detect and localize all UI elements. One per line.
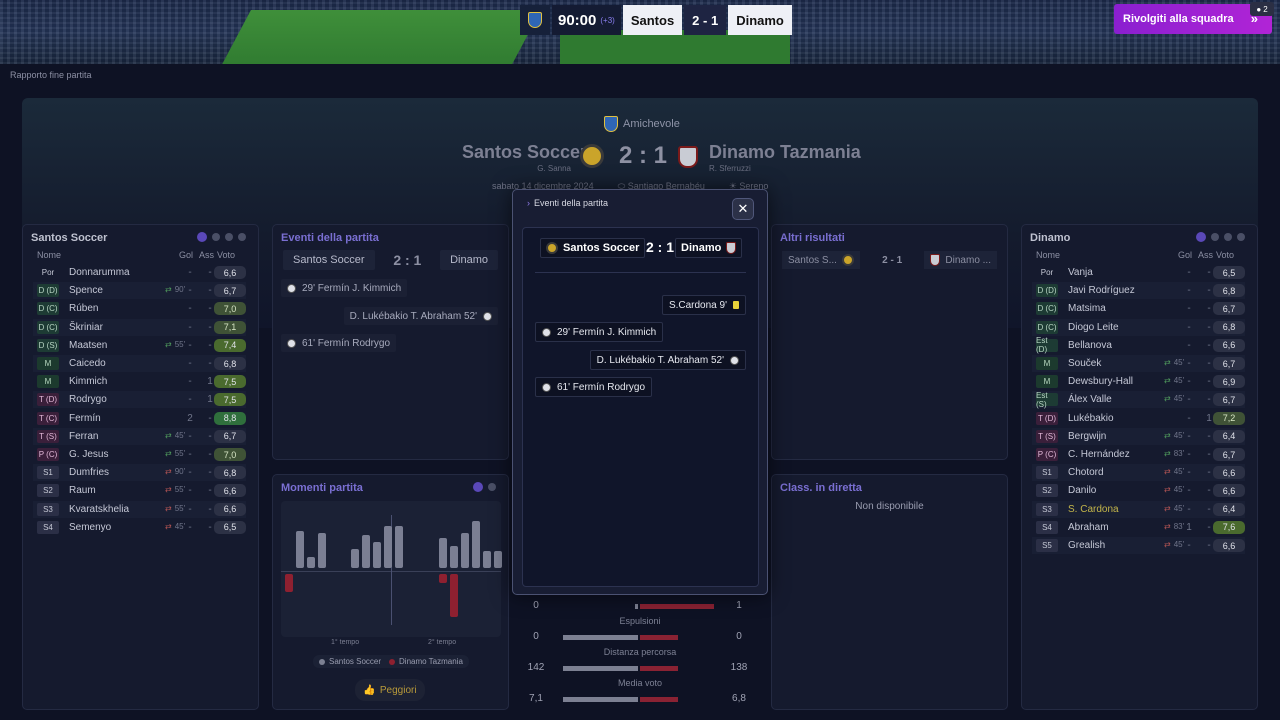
ball-icon [542,382,551,392]
close-icon: ✕ [737,201,749,216]
modal-home-team: Santos Soccer [540,238,646,258]
divider [535,272,746,273]
modal-title: › Eventi della partita [527,198,609,208]
modal-events-list: Santos Soccer 2 : 1 Dinamo S.Cardona 9' … [522,227,759,587]
modal-event-goal[interactable]: 61' Fermín Rodrygo [535,377,653,397]
modal-score: 2 : 1 [646,239,675,255]
ball-icon [542,327,551,337]
modal-event-card[interactable]: S.Cardona 9' [661,295,746,315]
chevron-right-icon: › [527,198,530,208]
home-crest-icon [546,242,558,254]
modal-event-goal[interactable]: D. Lukébakio T. Abraham 52' [589,350,746,370]
ball-icon [730,355,739,365]
modal-event-goal[interactable]: 29' Fermín J. Kimmich [535,322,664,342]
away-crest-icon [726,242,737,254]
yellow-card-icon [733,301,739,309]
modal-away-team: Dinamo [675,238,743,258]
close-button[interactable]: ✕ [732,198,754,220]
match-events-modal: › Eventi della partita ✕ Santos Soccer 2 … [512,189,768,595]
